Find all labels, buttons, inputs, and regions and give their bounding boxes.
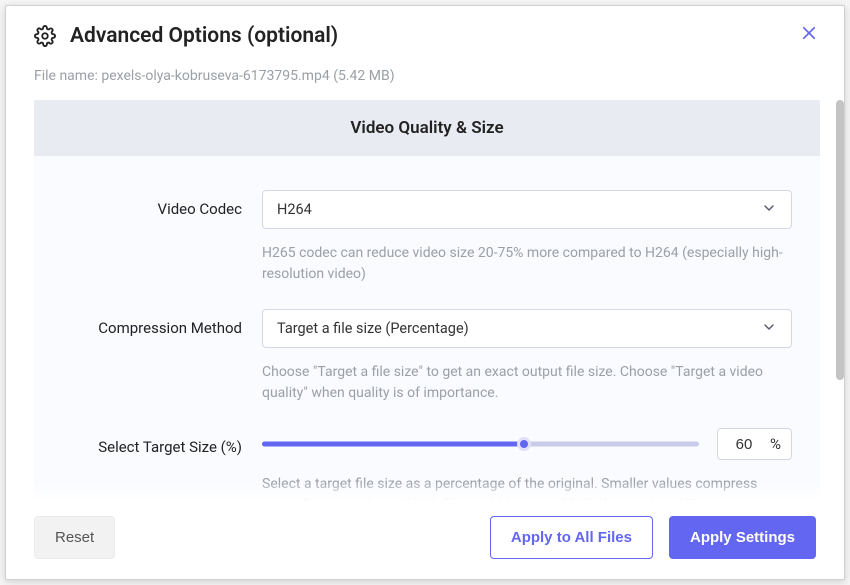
reset-button[interactable]: Reset [34, 516, 115, 559]
gear-icon [34, 25, 56, 47]
chevron-down-icon [761, 319, 777, 339]
dialog-title: Advanced Options (optional) [70, 24, 338, 48]
close-button[interactable] [798, 22, 820, 44]
file-name-value: pexels-olya-kobruseva-6173795.mp4 [101, 68, 329, 84]
slider-fill [262, 442, 524, 447]
codec-select[interactable]: H264 [262, 190, 792, 229]
file-name-label: File name: [34, 68, 98, 84]
method-value: Target a file size (Percentage) [277, 320, 469, 337]
codec-label: Video Codec [62, 190, 262, 218]
scrollbar-thumb[interactable] [836, 100, 844, 380]
apply-settings-button[interactable]: Apply Settings [669, 516, 816, 559]
target-size-value-box: % [717, 428, 792, 460]
panel-title: Video Quality & Size [34, 118, 820, 138]
target-size-slider[interactable] [262, 434, 699, 454]
scroll-area: Video Quality & Size Video Codec H264 H2… [6, 100, 844, 500]
target-help: Select a target file size as a percentag… [262, 474, 792, 500]
method-row: Compression Method Target a file size (P… [34, 285, 820, 404]
target-row: Select Target Size (%) % Select a [34, 404, 820, 500]
apply-all-button[interactable]: Apply to All Files [490, 516, 653, 559]
file-name-line: File name: pexels-olya-kobruseva-6173795… [6, 60, 844, 100]
dialog-header: Advanced Options (optional) [6, 6, 844, 60]
chevron-down-icon [761, 200, 777, 220]
target-label: Select Target Size (%) [62, 428, 262, 456]
file-size-value: (5.42 MB) [333, 68, 394, 84]
codec-value: H264 [277, 201, 312, 218]
target-size-unit: % [770, 435, 781, 453]
advanced-options-dialog: Advanced Options (optional) File name: p… [5, 5, 845, 580]
target-size-input[interactable] [728, 436, 760, 453]
codec-help: H265 codec can reduce video size 20-75% … [262, 243, 792, 285]
close-icon [800, 24, 818, 42]
method-help: Choose "Target a file size" to get an ex… [262, 362, 792, 404]
method-label: Compression Method [62, 309, 262, 337]
panel-header: Video Quality & Size [34, 100, 820, 156]
method-select[interactable]: Target a file size (Percentage) [262, 309, 792, 348]
slider-thumb[interactable] [517, 437, 531, 451]
dialog-footer: Reset Apply to All Files Apply Settings [6, 500, 844, 579]
codec-row: Video Codec H264 H265 codec can reduce v… [34, 156, 820, 285]
quality-size-panel: Video Quality & Size Video Codec H264 H2… [34, 100, 820, 500]
